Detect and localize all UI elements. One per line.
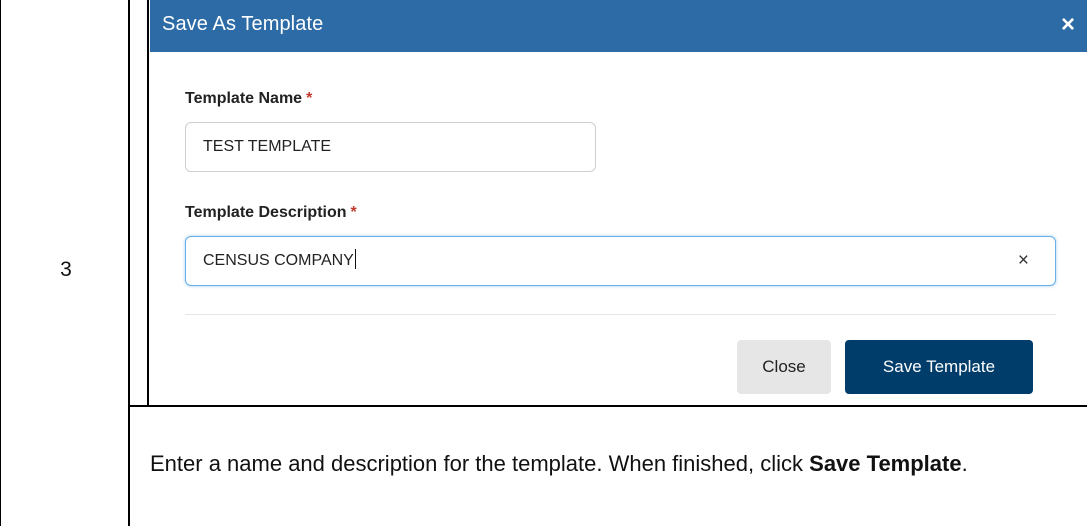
template-name-label: Template Name * xyxy=(185,90,312,108)
dialog-header: Save As Template × xyxy=(150,0,1087,52)
dialog-title: Save As Template xyxy=(162,13,324,35)
save-as-template-dialog: Save As Template × Template Name * TEST T… xyxy=(150,0,1087,404)
template-description-value: CENSUS COMPANY xyxy=(203,252,354,269)
save-template-button[interactable]: Save Template xyxy=(845,340,1033,394)
table-row-divider xyxy=(129,405,1087,407)
template-name-label-text: Template Name xyxy=(185,90,303,107)
instruction-text-after: . xyxy=(961,451,968,476)
table-border-mid xyxy=(128,0,130,526)
close-icon[interactable]: × xyxy=(1056,13,1080,37)
step-number: 3 xyxy=(60,258,72,281)
template-description-label-text: Template Description xyxy=(185,204,347,221)
instruction-text-before: Enter a name and description for the tem… xyxy=(150,451,804,476)
clear-icon[interactable]: × xyxy=(1018,250,1029,272)
template-name-value: TEST TEMPLATE xyxy=(203,138,332,155)
required-marker: * xyxy=(350,204,357,221)
template-name-input[interactable]: TEST TEMPLATE xyxy=(185,122,596,172)
template-description-input[interactable]: CENSUS COMPANY × xyxy=(185,236,1056,286)
instruction-text: Enter a name and description for the tem… xyxy=(150,446,1070,481)
modal-border-left xyxy=(147,0,149,406)
close-button[interactable]: Close xyxy=(737,340,831,394)
template-description-label: Template Description * xyxy=(185,204,357,222)
instruction-bold: Save Template xyxy=(809,451,962,476)
required-marker: * xyxy=(306,90,313,107)
text-caret xyxy=(354,249,357,270)
footer-divider xyxy=(185,314,1056,315)
table-border-left xyxy=(0,0,1,526)
